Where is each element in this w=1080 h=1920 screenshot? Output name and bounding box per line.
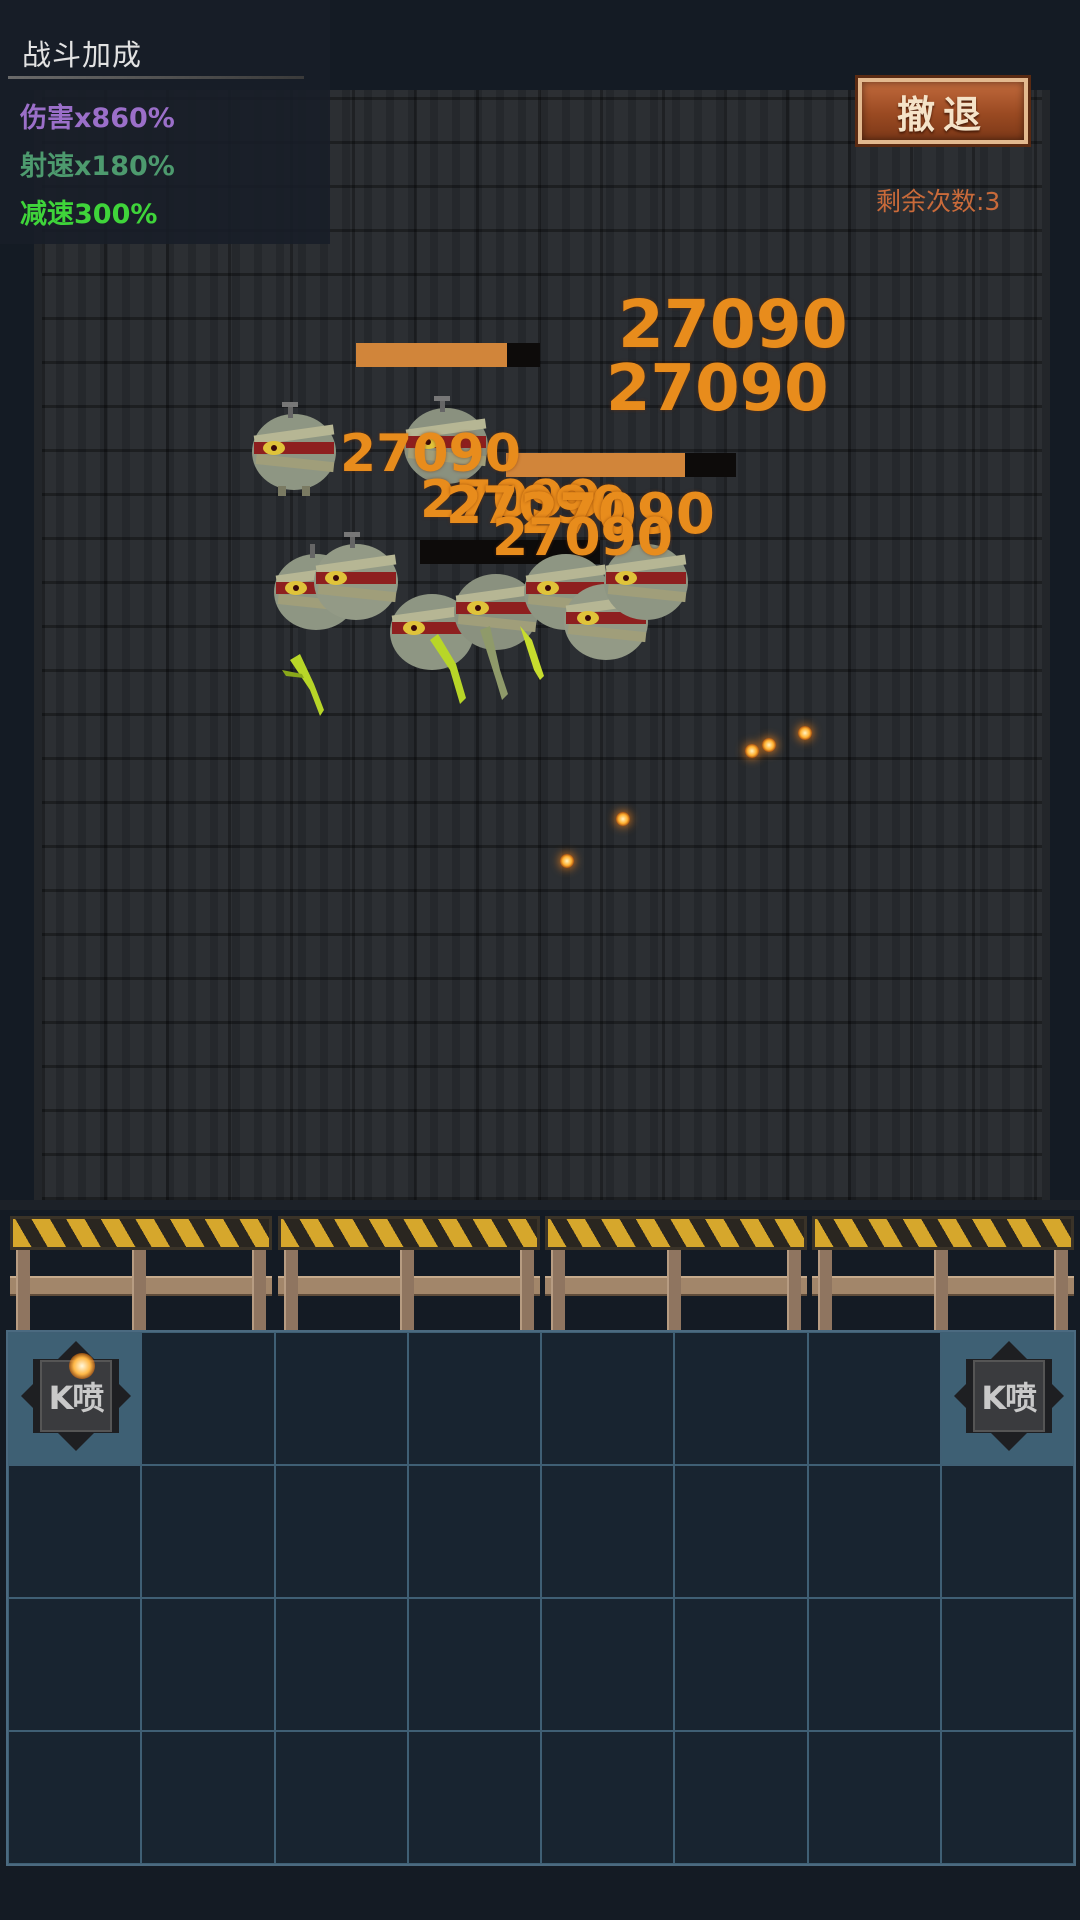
acid-splash bbox=[430, 626, 544, 704]
turret-grid: K喷 K喷 bbox=[6, 1330, 1076, 1866]
turret-label: K喷 bbox=[981, 1379, 1037, 1417]
grid-cell[interactable] bbox=[940, 1465, 1074, 1598]
grid-cell[interactable] bbox=[807, 1731, 941, 1864]
grid-cell[interactable] bbox=[141, 1731, 275, 1864]
bullet bbox=[745, 744, 759, 758]
grid-cell[interactable] bbox=[274, 1332, 408, 1465]
grid-cell[interactable] bbox=[674, 1731, 808, 1864]
barricade bbox=[545, 1216, 807, 1330]
grid-cell[interactable] bbox=[541, 1465, 675, 1598]
grid-cell[interactable] bbox=[274, 1465, 408, 1598]
grid-cell[interactable] bbox=[541, 1598, 675, 1731]
battlefield-edge bbox=[0, 1200, 1080, 1210]
bullet bbox=[762, 738, 776, 752]
grid-cell[interactable] bbox=[407, 1465, 541, 1598]
damage-number: 27090 bbox=[492, 508, 673, 568]
damage-number: 27090 bbox=[606, 352, 829, 426]
grid-cell[interactable] bbox=[141, 1465, 275, 1598]
acid-splash bbox=[282, 654, 324, 716]
grid-cell[interactable] bbox=[674, 1332, 808, 1465]
grid-cell[interactable] bbox=[8, 1731, 142, 1864]
bonus-damage: 伤害x860% bbox=[20, 103, 175, 134]
grid-cell[interactable] bbox=[940, 1598, 1074, 1731]
grid-cell[interactable] bbox=[541, 1332, 675, 1465]
bonus-divider bbox=[8, 76, 304, 79]
grid-cell[interactable] bbox=[541, 1731, 675, 1864]
combat-bonus-panel: 战斗加成 伤害x860% 射速x180% 减速300% bbox=[0, 0, 330, 244]
bullet bbox=[798, 726, 812, 740]
grid-cell[interactable] bbox=[807, 1465, 941, 1598]
bullet bbox=[560, 854, 574, 868]
barricade bbox=[812, 1216, 1074, 1330]
grid-cell[interactable] bbox=[674, 1465, 808, 1598]
grid-cell[interactable] bbox=[407, 1332, 541, 1465]
bullet bbox=[616, 812, 630, 826]
bonus-title: 战斗加成 bbox=[22, 38, 143, 72]
grid-cell[interactable]: K喷 bbox=[8, 1332, 142, 1465]
grid-cell[interactable] bbox=[674, 1598, 808, 1731]
grid-cell[interactable] bbox=[274, 1598, 408, 1731]
grid-cell[interactable] bbox=[407, 1598, 541, 1731]
grid-cell[interactable] bbox=[141, 1332, 275, 1465]
bonus-fire-rate: 射速x180% bbox=[20, 151, 175, 182]
grid-cell[interactable] bbox=[940, 1731, 1074, 1864]
grid-cell[interactable] bbox=[8, 1465, 142, 1598]
grid-cell[interactable] bbox=[407, 1731, 541, 1864]
mummy-enemy bbox=[252, 402, 336, 496]
bonus-slow: 减速300% bbox=[20, 199, 158, 230]
grid-cell[interactable] bbox=[274, 1731, 408, 1864]
game-screen: { "bonus": { "title": "战斗加成", "items": [… bbox=[0, 0, 1080, 1920]
barricade bbox=[278, 1216, 540, 1330]
enemy-hp-bar bbox=[356, 343, 540, 367]
remaining-count: 剩余次数:3 bbox=[876, 187, 1001, 216]
grid-cell[interactable] bbox=[141, 1598, 275, 1731]
retreat-button[interactable]: 撤退 bbox=[858, 78, 1028, 144]
grid-cell[interactable] bbox=[807, 1332, 941, 1465]
grid-cell[interactable] bbox=[807, 1598, 941, 1731]
grid-cell[interactable] bbox=[8, 1598, 142, 1731]
grid-cell[interactable]: K喷 bbox=[940, 1332, 1074, 1465]
barricade bbox=[10, 1216, 272, 1330]
muzzle-flash bbox=[69, 1353, 95, 1379]
